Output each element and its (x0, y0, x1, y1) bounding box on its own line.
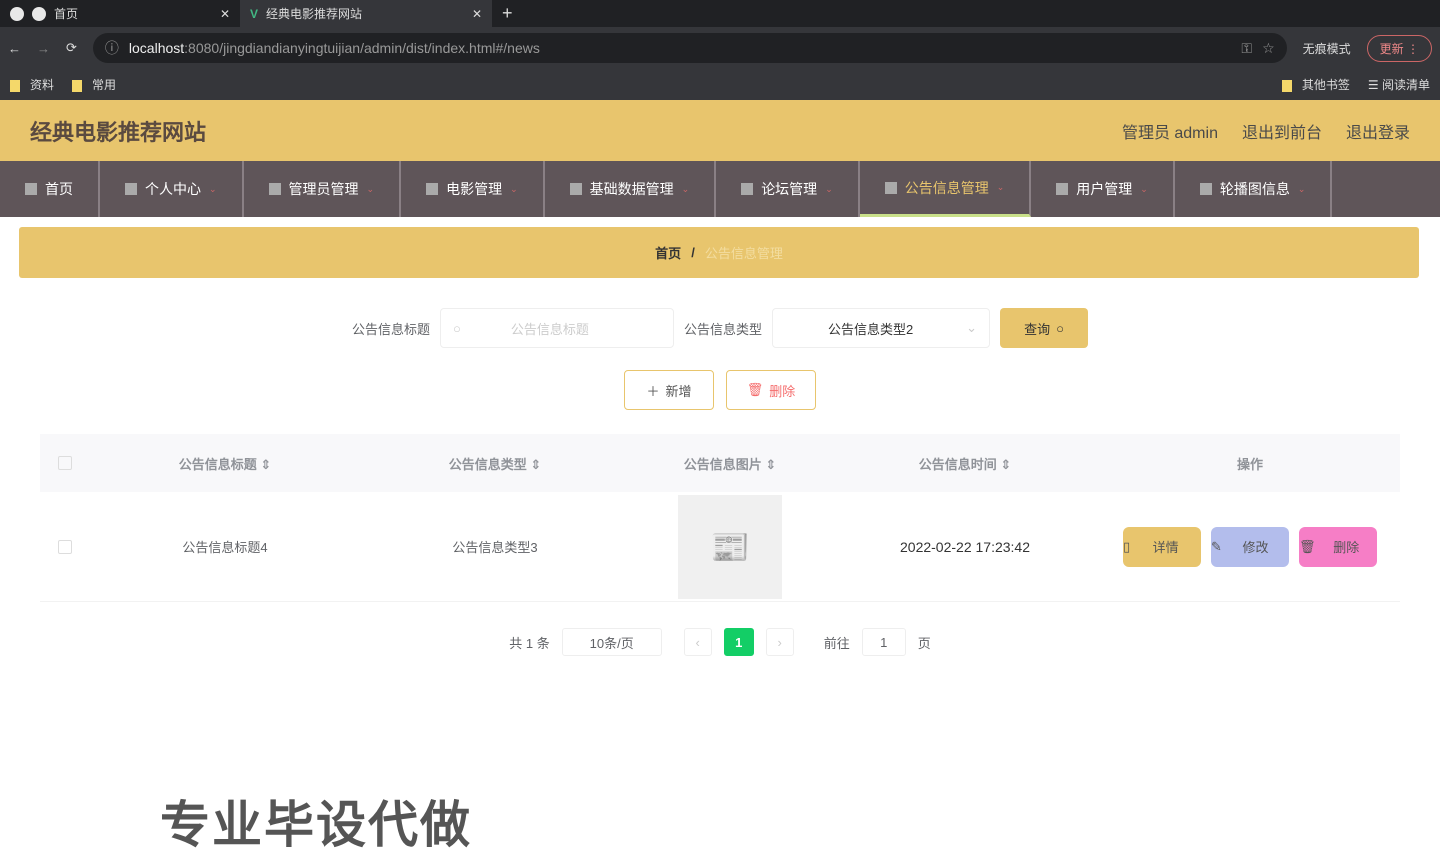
star-icon[interactable]: ☆ (1262, 40, 1275, 57)
table-header: 公告信息标题 ⇕ 公告信息类型 ⇕ 公告信息图片 ⇕ 公告信息时间 ⇕ 操作 (40, 434, 1400, 492)
nav-carousel[interactable]: 轮播图信息 ⌄ (1175, 161, 1333, 217)
goto-page-input[interactable]: 1 (861, 628, 906, 656)
news-image: 📰 (678, 494, 782, 599)
nav-basic-data[interactable]: 基础数据管理 ⌄ (545, 161, 717, 217)
globe-icon (32, 6, 46, 21)
type-select[interactable]: 公告信息类型2 ⌄ (772, 308, 991, 348)
nav-users[interactable]: 用户管理 ⌄ (1031, 161, 1175, 217)
current-user: 管理员 admin (1121, 124, 1218, 142)
nav-home[interactable]: 首页 (0, 161, 100, 217)
col-type[interactable]: 公告信息类型 ⇕ (360, 454, 630, 473)
incognito-badge: 无痕模式 (1302, 41, 1351, 56)
col-actions: 操作 (1236, 456, 1263, 472)
briefcase-icon (569, 183, 582, 195)
breadcrumb: 首页 / 公告信息管理 (19, 227, 1419, 278)
gauge-icon (268, 183, 281, 195)
new-tab-button[interactable]: + (502, 3, 513, 24)
watermark: 专业毕设代做 (160, 797, 472, 853)
col-title[interactable]: 公告信息标题 ⇕ (90, 454, 360, 473)
add-button[interactable]: ＋ 新增 (624, 370, 714, 410)
chevron-down-icon: ⌄ (1140, 183, 1148, 194)
row-checkbox[interactable] (58, 539, 72, 554)
query-button[interactable]: 查询 ○ (1000, 308, 1089, 348)
search-icon: ○ (1056, 320, 1064, 336)
title-search-input[interactable]: ○ 公告信息标题 (440, 308, 674, 348)
chevron-down-icon: ⌄ (366, 183, 375, 194)
main-nav: 首页 个人中心 ⌄ 管理员管理 ⌄ 电影管理 ⌄ 基础数据管理 ⌄ 论坛管理 ⌄ 公告信息… (0, 161, 1440, 217)
home-icon (25, 183, 37, 195)
forward-icon[interactable]: → (37, 41, 50, 56)
close-icon[interactable]: ✕ (220, 7, 230, 21)
user-icon (125, 183, 137, 195)
nav-movie[interactable]: 电影管理 ⌄ (401, 161, 545, 217)
edit-button[interactable]: ✎ 修改 (1211, 526, 1289, 567)
chevron-down-icon: ⌄ (996, 182, 1005, 192)
page-1-button[interactable]: 1 (723, 628, 754, 656)
send-icon (1199, 183, 1212, 195)
bookmark[interactable]: 资料 (10, 76, 54, 93)
col-time[interactable]: 公告信息时间 ⇕ (830, 454, 1100, 473)
other-bookmarks[interactable]: 其他书签 (1281, 76, 1350, 93)
globe-icon (10, 6, 24, 21)
key-icon[interactable]: ⚿ (1241, 40, 1252, 57)
address-bar-row: ← → ⟳ ⓘ localhost:8080/jingdiandianyingtuij… (0, 27, 1440, 69)
pagination: 共 1 条 10条/页 ‹ 1 › 前往 1 页 (0, 628, 1440, 656)
chevron-down-icon: ⌄ (825, 183, 833, 194)
next-page-button[interactable]: › (765, 628, 794, 656)
breadcrumb-home[interactable]: 首页 (655, 243, 681, 262)
bar-chart-icon (1056, 183, 1069, 195)
site-header: 经典电影推荐网站 管理员 admin 退出到前台 退出登录 (0, 100, 1440, 161)
prev-page-button[interactable]: ‹ (683, 628, 712, 656)
folder-icon (1281, 79, 1292, 92)
select-all-checkbox[interactable] (58, 456, 72, 470)
col-image[interactable]: 公告信息图片 ⇕ (630, 454, 830, 473)
monitor-icon (884, 181, 897, 194)
nav-forum[interactable]: 论坛管理 ⌄ (716, 161, 860, 217)
update-button[interactable]: 更新 ⋮ (1366, 34, 1432, 62)
exit-to-front-link[interactable]: 退出到前台 (1242, 119, 1322, 143)
browser-tabbar: 首页 ✕ V 经典电影推荐网站 ✕ + (0, 0, 1440, 27)
vue-icon: V (250, 6, 259, 21)
breadcrumb-current: 公告信息管理 (704, 246, 783, 261)
trash-icon: 🗑 (746, 382, 764, 397)
notice-table: 公告信息标题 ⇕ 公告信息类型 ⇕ 公告信息图片 ⇕ 公告信息时间 ⇕ 操作 公… (40, 434, 1400, 602)
batch-delete-button[interactable]: 🗑 删除 (726, 370, 816, 410)
back-icon[interactable]: ← (8, 41, 21, 56)
reading-list[interactable]: ☰ 阅读清单 (1368, 76, 1430, 93)
folder-icon (10, 79, 20, 92)
info-icon: ⓘ (104, 40, 119, 56)
delete-button[interactable]: 🗑 删除 (1299, 526, 1377, 567)
nav-profile[interactable]: 个人中心 ⌄ (100, 161, 244, 217)
table-row: 公告信息标题4 公告信息类型3 📰 2022-02-22 17:23:42 ▯ … (40, 492, 1400, 602)
browser-tab[interactable]: 首页 ✕ (0, 0, 240, 27)
chevron-down-icon: ⌄ (209, 183, 217, 194)
url-input[interactable]: ⓘ localhost:8080/jingdiandianyingtuijian/… (92, 33, 1287, 63)
folder-icon (72, 79, 83, 92)
search-form: 公告信息标题 ○ 公告信息标题 公告信息类型 公告信息类型2 ⌄ 查询 ○ (0, 308, 1440, 348)
browser-tab-active[interactable]: V 经典电影推荐网站 ✕ (240, 0, 492, 27)
bookmarks-bar: 资料 常用 其他书签 ☰ 阅读清单 (0, 69, 1440, 100)
page-size-select[interactable]: 10条/页 (561, 628, 662, 656)
nav-admin[interactable]: 管理员管理 ⌄ (244, 161, 402, 217)
chevron-down-icon: ⌄ (966, 320, 978, 335)
nav-notice[interactable]: 公告信息管理 ⌄ (859, 161, 1032, 217)
chevron-down-icon: ⌄ (681, 183, 690, 194)
search-icon: ○ (453, 320, 461, 336)
bookmark[interactable]: 常用 (72, 76, 116, 93)
logout-link[interactable]: 退出登录 (1346, 119, 1410, 143)
reload-icon[interactable]: ⟳ (66, 40, 77, 56)
chevron-down-icon: ⌄ (1297, 183, 1306, 194)
close-icon[interactable]: ✕ (472, 7, 482, 21)
detail-button[interactable]: ▯ 详情 (1123, 526, 1201, 567)
chevron-down-icon: ⌄ (510, 183, 518, 194)
document-icon (741, 183, 754, 195)
film-icon (426, 183, 439, 195)
site-title: 经典电影推荐网站 (30, 119, 207, 145)
